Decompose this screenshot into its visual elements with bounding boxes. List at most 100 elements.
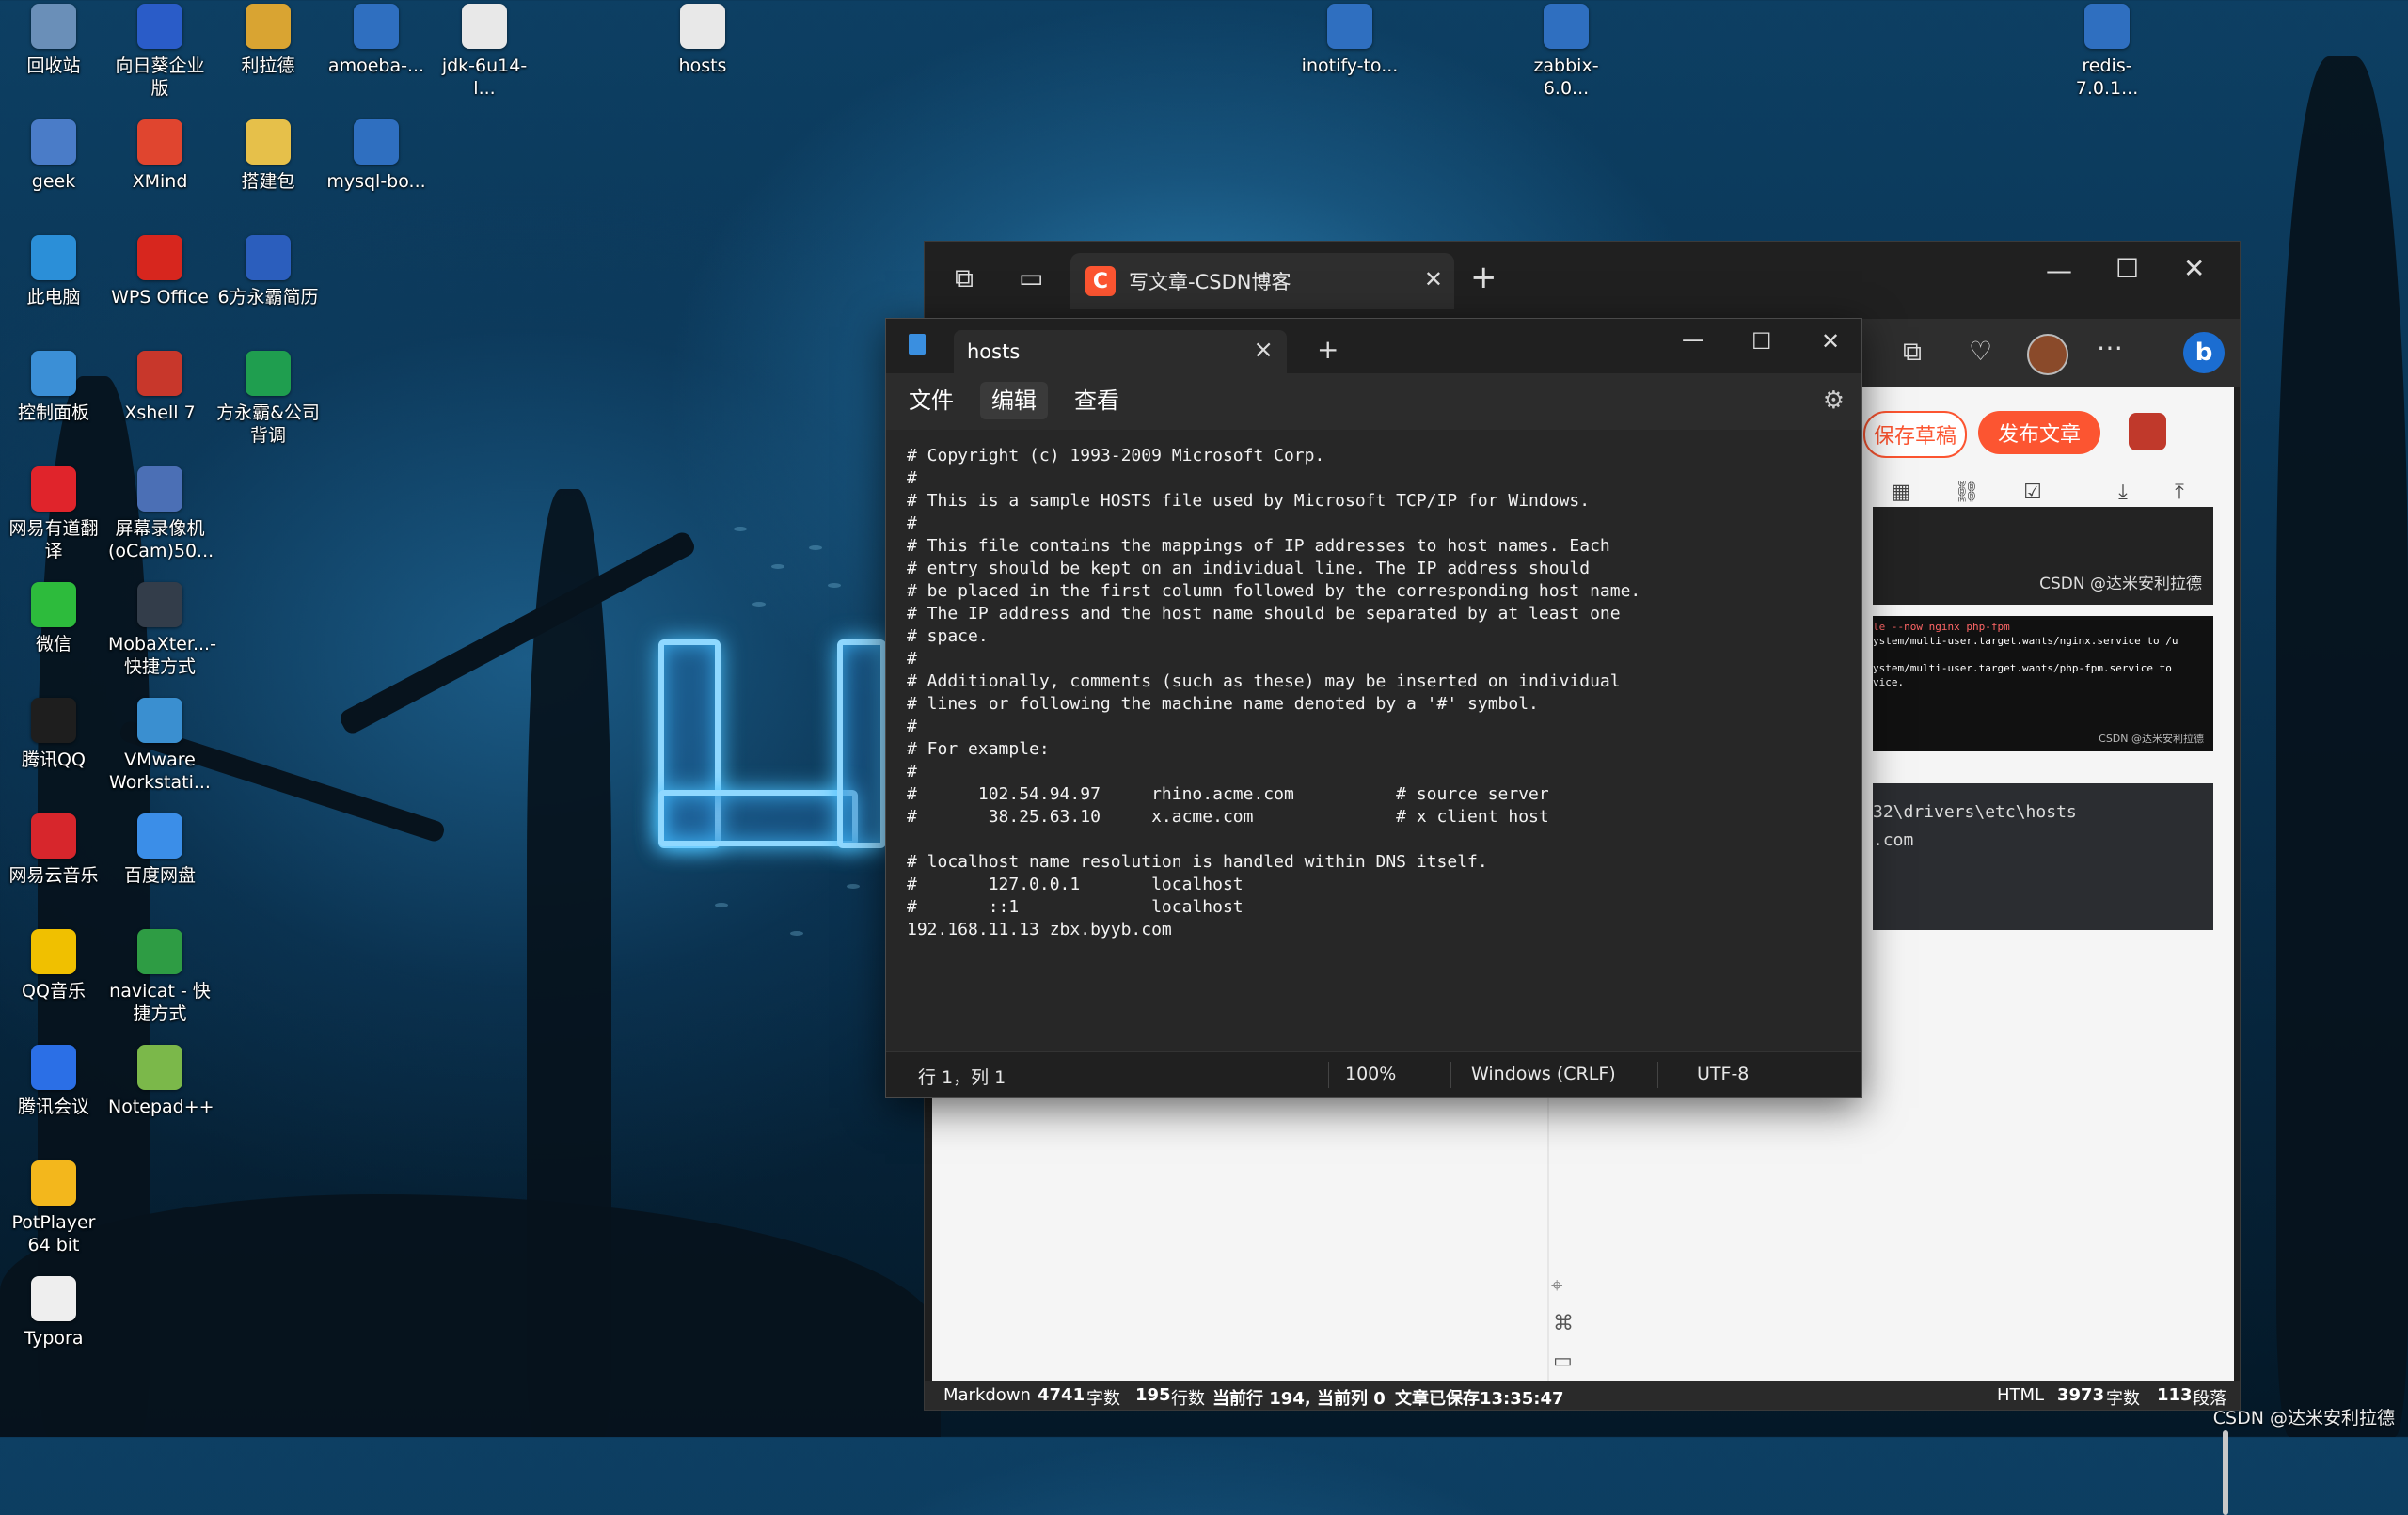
desktop-icon-label: XMind [132, 171, 188, 192]
desktop-icon-label: Notepad++ [108, 1097, 214, 1117]
close-icon[interactable]: ✕ [1821, 328, 1840, 355]
code-line: le --now nginx php-fpm [1873, 621, 2010, 633]
potplayer-icon [31, 1160, 76, 1206]
desktop-icon[interactable]: 网易有道翻译 [2, 463, 105, 562]
tree-trunk-right [2276, 56, 2408, 1437]
desktop-icon[interactable]: 屏幕录像机(oCam)50... [108, 463, 214, 562]
collections-icon[interactable]: ⧉ [1903, 336, 1922, 368]
avatar[interactable] [2027, 334, 2068, 375]
wps-icon [137, 235, 182, 280]
desktop-icon[interactable]: WPS Office [108, 231, 212, 308]
maximize-icon[interactable]: ☐ [2115, 253, 2139, 284]
minimize-icon[interactable]: — [2046, 255, 2072, 286]
desktop-icon[interactable]: Xshell 7 [108, 347, 212, 424]
tencent-meeting-icon [31, 1045, 76, 1090]
desktop-icon[interactable]: 搭建包 [216, 116, 320, 193]
desktop-icon[interactable]: zabbix-6.0... [1514, 0, 1618, 100]
settings-gear-icon[interactable]: ⚙ [1823, 387, 1845, 415]
desktop-icon[interactable]: 百度网盘 [108, 810, 212, 887]
layout-icon[interactable]: ▭ [1553, 1349, 1573, 1373]
save-draft-button[interactable]: 保存草稿 [1863, 411, 1967, 458]
desktop-icon[interactable]: amoeba-... [325, 0, 428, 77]
typora-icon [31, 1276, 76, 1321]
desktop-icon[interactable]: 方永霸&公司背调 [216, 347, 320, 447]
desktop-icon-label: inotify-to... [1301, 55, 1399, 76]
code-line: vice. [1873, 676, 1905, 688]
desktop-icon[interactable]: 利拉德 [216, 0, 320, 77]
sunflower-remote-icon [137, 4, 182, 49]
desktop-icon[interactable]: geek [2, 116, 105, 193]
maximize-icon[interactable]: ☐ [1751, 328, 1772, 355]
desktop-icon-label: navicat - 快捷方式 [109, 981, 211, 1024]
desktop-icon[interactable]: inotify-to... [1298, 0, 1402, 77]
health-icon[interactable]: ♡ [1969, 336, 1992, 367]
tool-icon: ⤒ [2175, 481, 2184, 504]
menu-edit[interactable]: 编辑 [980, 382, 1048, 419]
spreadsheet-icon [246, 351, 291, 396]
desktop-icon[interactable]: redis-7.0.1... [2055, 0, 2159, 100]
chars-unit: 字数 [2106, 1389, 2140, 1409]
desktop-icon[interactable]: PotPlayer 64 bit [2, 1157, 105, 1256]
tool-icon: ☑ [2023, 481, 2042, 504]
more-options-icon[interactable]: ⋯ [2097, 332, 2123, 363]
desktop-icon[interactable]: hosts [651, 0, 754, 77]
desktop-icon[interactable]: 控制面板 [2, 347, 105, 424]
notepad-app-icon [909, 334, 926, 355]
vertical-tabs-icon[interactable]: ▭ [1019, 262, 1043, 293]
notepad-tab[interactable]: hosts × [954, 330, 1287, 373]
publish-button[interactable]: 发布文章 [1978, 411, 2100, 454]
close-tab-icon[interactable]: ✕ [1424, 266, 1443, 292]
zoom-level[interactable]: 100% [1345, 1064, 1396, 1084]
image-preview-dark: CSDN @达米安利拉德 [1873, 507, 2213, 605]
browser-tab-csdn[interactable]: C 写文章-CSDN博客 ✕ [1070, 253, 1454, 309]
document-icon [2084, 4, 2130, 49]
desktop-icon[interactable]: 回收站 [2, 0, 105, 77]
desktop-icon-label: 微信 [35, 634, 71, 655]
menu-file[interactable]: 文件 [897, 382, 965, 419]
desktop-icon[interactable]: QQ音乐 [2, 925, 105, 1002]
tool-icon: ⤓ [2118, 481, 2128, 504]
minimize-icon[interactable]: — [1682, 326, 1704, 353]
document-icon [1544, 4, 1589, 49]
new-tab-icon[interactable]: + [1317, 334, 1339, 365]
xmind-icon [137, 119, 182, 165]
desktop-icon[interactable]: Typora [2, 1272, 105, 1349]
cursor-position: 当前行 194, 当前列 0 [1212, 1389, 1386, 1409]
code-line: ystem/multi-user.target.wants/nginx.serv… [1873, 635, 2178, 647]
scrollbar[interactable] [2223, 1430, 2228, 1515]
encoding[interactable]: UTF-8 [1697, 1064, 1749, 1084]
desktop-icon[interactable]: navicat - 快捷方式 [108, 925, 212, 1025]
desktop-icon[interactable]: 向日葵企业版 [108, 0, 212, 100]
desktop-icon[interactable]: Notepad++ [108, 1041, 214, 1118]
close-icon[interactable]: ✕ [2183, 253, 2205, 284]
notepad-menu-bar: 文件 编辑 查看 ⚙ [886, 373, 1861, 430]
desktop-icon[interactable]: 此电脑 [2, 231, 105, 308]
close-tab-icon[interactable]: × [1253, 336, 1274, 364]
editor-status-bar: Markdown 4741 字数 195 行数 当前行 194, 当前列 0 文… [925, 1381, 2240, 1410]
workspaces-icon[interactable]: ⧉ [955, 262, 974, 294]
desktop-icon[interactable]: 微信 [2, 578, 105, 655]
desktop-icon[interactable]: 网易云音乐 [2, 810, 105, 887]
desktop-icon[interactable]: 6方永霸简历 [216, 231, 320, 308]
desktop-icon-label: 百度网盘 [123, 865, 196, 886]
locate-icon[interactable]: ⌖ [1551, 1274, 1562, 1298]
desktop-icon[interactable]: XMind [108, 116, 212, 193]
fish [771, 564, 784, 569]
new-tab-icon[interactable]: + [1470, 259, 1497, 296]
notepad-tab-title: hosts [967, 340, 1021, 363]
desktop-icon[interactable]: mysql-bo... [325, 116, 428, 193]
bing-chat-icon[interactable]: b [2183, 332, 2225, 373]
menu-view[interactable]: 查看 [1063, 382, 1131, 419]
desktop-icon[interactable]: VMware Workstati... [108, 694, 212, 794]
desktop-icon[interactable]: 腾讯QQ [2, 694, 105, 771]
text-editor-area[interactable]: # Copyright (c) 1993-2009 Microsoft Corp… [907, 445, 1640, 941]
divider [1328, 1062, 1329, 1088]
desktop-icon[interactable]: 腾讯会议 [2, 1041, 105, 1118]
word-document-icon [246, 235, 291, 280]
line-ending[interactable]: Windows (CRLF) [1471, 1064, 1616, 1084]
desktop-icon[interactable]: jdk-6u14-l... [433, 0, 536, 100]
document-icon [354, 119, 399, 165]
desktop-icon[interactable]: MobaXter...- 快捷方式 [108, 578, 216, 678]
html-label: HTML [1997, 1385, 2045, 1405]
shortcuts-icon[interactable]: ⌘ [1553, 1312, 1574, 1335]
